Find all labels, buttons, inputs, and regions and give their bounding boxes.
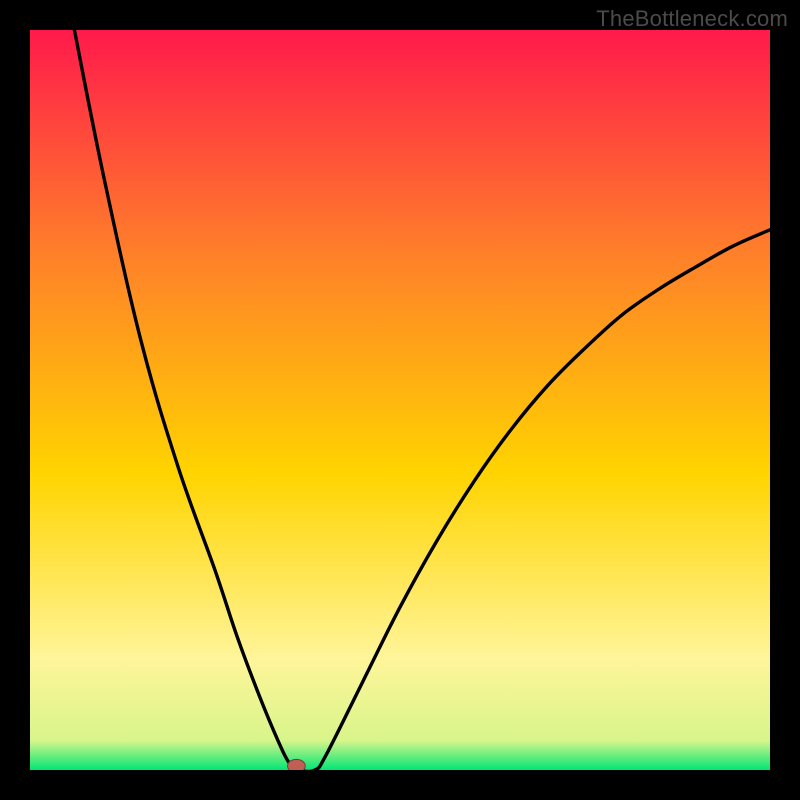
bottleneck-chart: [30, 30, 770, 770]
plot-area: [30, 30, 770, 770]
gradient-background: [30, 30, 770, 770]
watermark-text: TheBottleneck.com: [596, 6, 788, 32]
chart-viewport: TheBottleneck.com: [0, 0, 800, 800]
optimum-marker: [288, 759, 306, 770]
